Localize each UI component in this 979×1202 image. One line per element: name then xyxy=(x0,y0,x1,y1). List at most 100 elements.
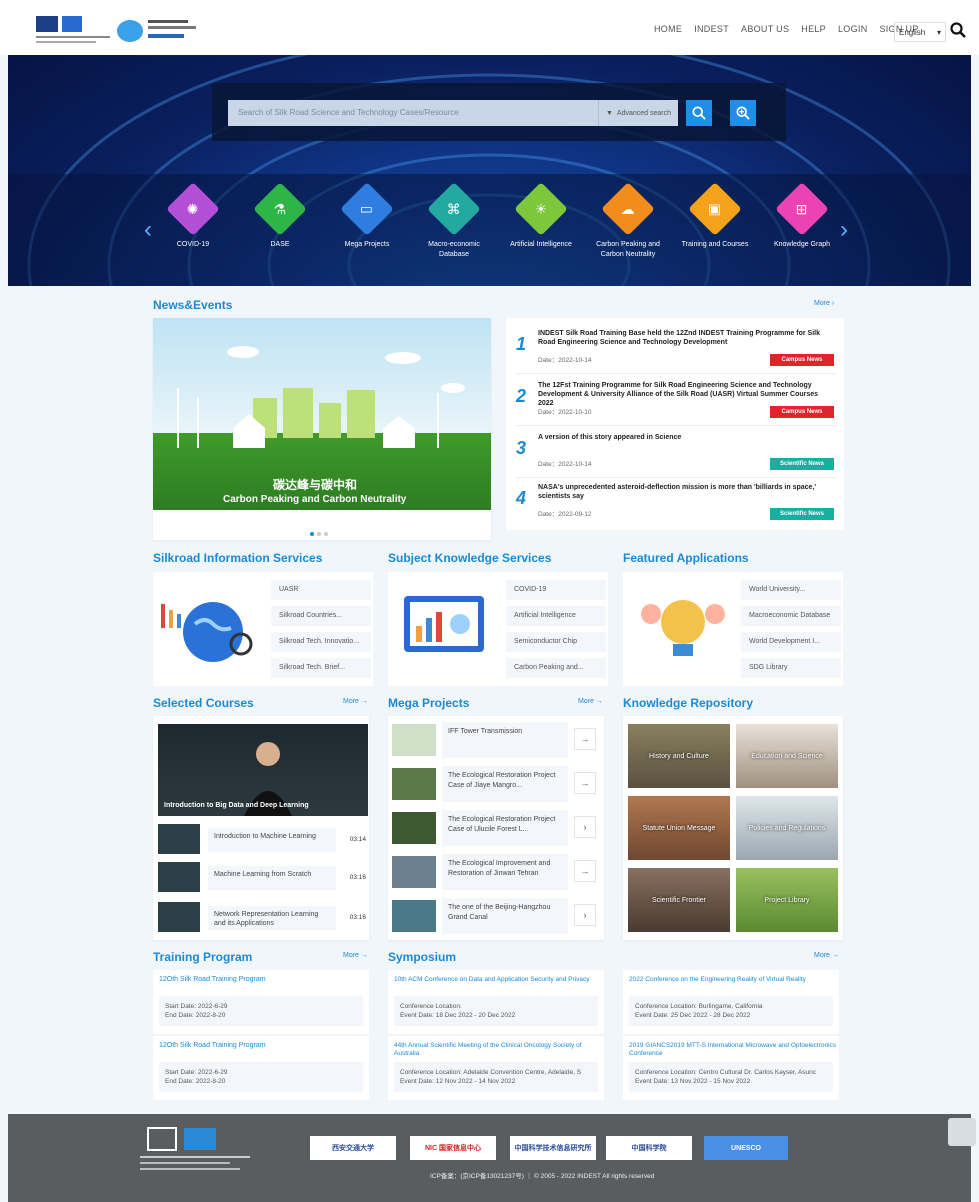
news-item[interactable]: 4 NASA's unprecedented asteroid-deflecti… xyxy=(516,478,836,528)
service-item[interactable]: Carbon Peaking and... xyxy=(506,658,606,678)
repository-tile[interactable]: Scientific Frontier xyxy=(628,868,730,932)
symposium-item[interactable]: 2019 GIANCS2019 MTT-S International Micr… xyxy=(623,1036,839,1100)
news-image-caption-cn: 碳达峰与碳中和 xyxy=(273,478,358,492)
zoom-search-button[interactable] xyxy=(730,100,756,126)
repository-tile[interactable]: Project Library xyxy=(736,868,838,932)
nav-home[interactable]: HOME xyxy=(654,24,682,34)
arrow-right-icon[interactable]: → xyxy=(574,728,596,750)
service-item[interactable]: Artificial Intelligence xyxy=(506,606,606,626)
service-item[interactable]: Silkroad Countries... xyxy=(271,606,371,626)
news-item[interactable]: 2 The 12Fst Training Programme for Silk … xyxy=(516,376,836,426)
symposium-name[interactable]: 2022 Conference on the Engineering Reali… xyxy=(629,976,837,984)
slider-dots[interactable] xyxy=(310,532,328,536)
nav-about[interactable]: ABOUT US xyxy=(741,24,789,34)
category-label: DASE xyxy=(270,241,290,248)
category-training[interactable]: ▣ Training and Courses xyxy=(680,182,750,250)
news-item[interactable]: 3 A version of this story appeared in Sc… xyxy=(516,428,836,478)
mega-item-title: The Ecological Improvement and Restorati… xyxy=(442,854,568,890)
training-item[interactable]: 12Oth Silk Road Training Program Start D… xyxy=(153,970,369,1034)
unesco-logo[interactable] xyxy=(36,14,110,48)
mega-item[interactable]: IFF Tower Transmission → xyxy=(392,722,602,758)
training-more-link[interactable]: More → xyxy=(343,952,368,959)
back-to-top-button[interactable] xyxy=(948,1118,976,1146)
advanced-search-button[interactable]: ▼ Advanced search xyxy=(598,100,678,126)
search-input[interactable]: Search of Silk Road Science and Technolo… xyxy=(228,100,598,126)
nav-indest[interactable]: INDEST xyxy=(694,24,729,34)
news-item[interactable]: 1 INDEST Silk Road Training Base held th… xyxy=(516,324,836,374)
category-carbon[interactable]: ☁ Carbon Peaking and Carbon Neutrality xyxy=(593,182,663,260)
training-name[interactable]: 12Oth Silk Road Training Program xyxy=(159,976,266,983)
chevron-right-icon[interactable]: › xyxy=(840,216,848,244)
service-item[interactable]: Silkroad Tech. Innovatio... xyxy=(271,632,371,652)
category-macro-database[interactable]: ⌘ Macro-economic Database xyxy=(419,182,489,260)
repository-tile[interactable]: Policies and Regulations xyxy=(736,796,838,860)
partner-logo-xjtu[interactable]: 西安交通大学 xyxy=(310,1136,396,1160)
hierarchy-icon: ⊞ xyxy=(775,182,829,236)
category-covid[interactable]: ✺ COVID-19 xyxy=(158,182,228,250)
service-item[interactable]: World Development I... xyxy=(741,632,841,652)
nav-login[interactable]: LOGIN xyxy=(838,24,868,34)
category-dase[interactable]: ⚗ DASE xyxy=(245,182,315,250)
news-more-link[interactable]: More › xyxy=(814,300,834,307)
slider-dot[interactable] xyxy=(324,532,328,536)
repository-tile[interactable]: History and Culture xyxy=(628,724,730,788)
course-item[interactable]: Network Representation Learning and its … xyxy=(158,902,368,932)
symposium-name[interactable]: 10th ACM Conference on Data and Applicat… xyxy=(394,976,602,984)
symposium-item[interactable]: 10th ACM Conference on Data and Applicat… xyxy=(388,970,604,1034)
training-start: Start Date: 2022-6-29 xyxy=(165,1069,228,1076)
news-image[interactable]: 碳达峰与碳中和 Carbon Peaking and Carbon Neutra… xyxy=(153,318,491,510)
mega-item[interactable]: The Ecological Restoration Project Case … xyxy=(392,810,602,846)
service-item[interactable]: Semiconductor Chip xyxy=(506,632,606,652)
chevron-right-icon[interactable]: › xyxy=(574,904,596,926)
course-item[interactable]: Machine Learning from Scratch 03:16 xyxy=(158,862,368,892)
service-item[interactable]: COVID-19 xyxy=(506,580,606,600)
mega-more-link[interactable]: More → xyxy=(578,698,603,705)
nav-help[interactable]: HELP xyxy=(801,24,826,34)
news-item-title[interactable]: NASA's unprecedented asteroid-deflection… xyxy=(538,483,828,501)
symposium-details: Conference Location: Burlingame, Califor… xyxy=(629,996,833,1026)
partner-logo-cas[interactable]: 中国科学院 xyxy=(606,1136,692,1160)
symposium-name[interactable]: 44th Annual Scientific Meeting of the Cl… xyxy=(394,1042,602,1058)
category-ai[interactable]: ☀ Artificial Intelligence xyxy=(506,182,576,250)
search-button[interactable] xyxy=(686,100,712,126)
arrow-right-icon[interactable]: → xyxy=(574,860,596,882)
symposium-name[interactable]: 2019 GIANCS2019 MTT-S International Micr… xyxy=(629,1042,837,1058)
partner-logo-unesco[interactable]: UNESCO xyxy=(704,1136,788,1160)
category-mega-projects[interactable]: ▭ Mega Projects xyxy=(332,182,402,250)
partner-logo-nic[interactable]: NIC 国家信息中心 xyxy=(410,1136,496,1160)
repository-tile[interactable]: Education and Science xyxy=(736,724,838,788)
news-item-title[interactable]: A version of this story appeared in Scie… xyxy=(538,433,828,442)
service-item[interactable]: SDG Library xyxy=(741,658,841,678)
service-item[interactable]: Macroeconomic Database xyxy=(741,606,841,626)
mega-item[interactable]: The Ecological Restoration Project Case … xyxy=(392,766,602,802)
mega-item[interactable]: The one of the Beijing-Hangzhou Grand Ca… xyxy=(392,898,602,934)
course-duration: 03:16 xyxy=(349,874,366,881)
symposium-more-link[interactable]: More → xyxy=(814,952,839,959)
partner-logo-istic[interactable]: 中国科学技术信息研究所 xyxy=(510,1136,596,1160)
service-item[interactable]: World University... xyxy=(741,580,841,600)
news-item-title[interactable]: The 12Fst Training Programme for Silk Ro… xyxy=(538,381,828,408)
silkroad-services-card: UASR Silkroad Countries... Silkroad Tech… xyxy=(153,572,373,686)
symposium-item[interactable]: 44th Annual Scientific Meeting of the Cl… xyxy=(388,1036,604,1100)
mega-title: Mega Projects xyxy=(388,696,470,710)
service-item[interactable]: Silkroad Tech. Brief... xyxy=(271,658,371,678)
slider-dot[interactable] xyxy=(317,532,321,536)
repository-tile[interactable]: Statute Union Message xyxy=(628,796,730,860)
mega-item[interactable]: The Ecological Improvement and Restorati… xyxy=(392,854,602,890)
news-item-title[interactable]: INDEST Silk Road Training Base held the … xyxy=(538,329,828,347)
category-knowledge-graph[interactable]: ⊞ Knowledge Graph xyxy=(767,182,837,250)
language-select[interactable]: English ▾ xyxy=(894,22,946,42)
slider-dot[interactable] xyxy=(310,532,314,536)
service-item[interactable]: UASR xyxy=(271,580,371,600)
symposium-item[interactable]: 2022 Conference on the Engineering Reali… xyxy=(623,970,839,1034)
course-video[interactable]: Introduction to Big Data and Deep Learni… xyxy=(158,724,368,816)
training-item[interactable]: 12Oth Silk Road Training Program Start D… xyxy=(153,1036,369,1100)
course-item[interactable]: Introduction to Machine Learning 03:14 xyxy=(158,824,368,854)
chevron-left-icon[interactable]: ‹ xyxy=(144,216,152,244)
courses-more-link[interactable]: More → xyxy=(343,698,368,705)
training-name[interactable]: 12Oth Silk Road Training Program xyxy=(159,1042,266,1049)
indest-logo[interactable] xyxy=(116,14,202,48)
search-icon[interactable] xyxy=(950,22,966,38)
chevron-right-icon[interactable]: › xyxy=(574,816,596,838)
arrow-right-icon[interactable]: → xyxy=(574,772,596,794)
